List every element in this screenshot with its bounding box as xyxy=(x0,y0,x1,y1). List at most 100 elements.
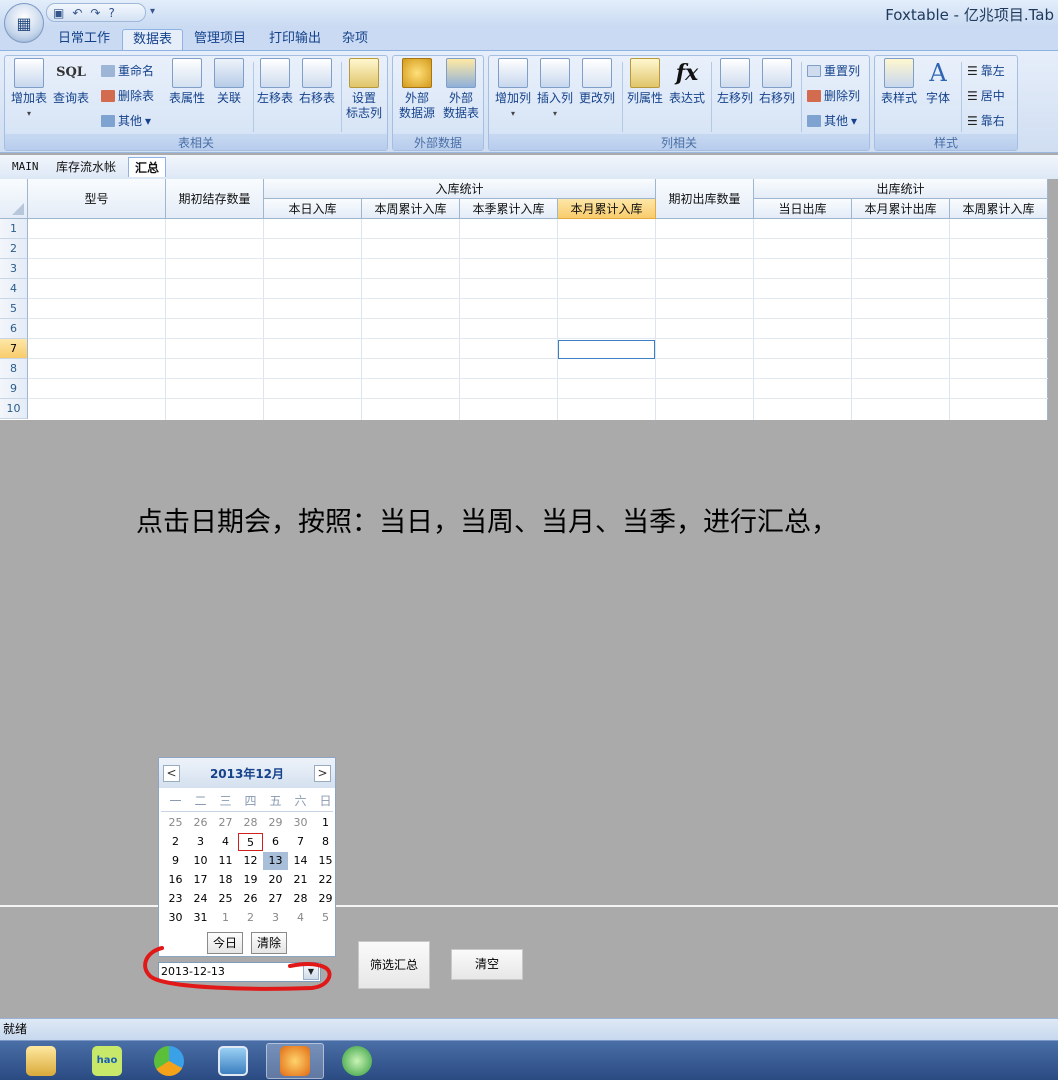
data-grid[interactable]: 型号 期初结存数量 入库统计 本日入库 本周累计入库 本季累计入库 本月累计入库… xyxy=(0,179,1048,420)
relation-button[interactable]: 关联 xyxy=(209,58,249,106)
calendar-day[interactable]: 24 xyxy=(188,890,213,908)
selected-cell[interactable] xyxy=(558,340,655,359)
header-out-today[interactable]: 当日出库 xyxy=(754,199,852,219)
calendar-day[interactable]: 26 xyxy=(188,814,213,832)
calendar-day[interactable]: 10 xyxy=(188,852,213,870)
header-out-month[interactable]: 本月累计出库 xyxy=(852,199,950,219)
row-header[interactable]: 2 xyxy=(0,239,28,259)
row-header[interactable]: 8 xyxy=(0,359,28,379)
calendar-day[interactable]: 9 xyxy=(163,852,188,870)
header-opening-stock[interactable]: 期初结存数量 xyxy=(166,179,264,219)
rename-button[interactable]: 重命名 xyxy=(101,62,154,79)
query-table-button[interactable]: SQL 查询表 xyxy=(51,58,91,106)
row-header[interactable]: 4 xyxy=(0,279,28,299)
calendar-day[interactable]: 28 xyxy=(288,890,313,908)
save-icon[interactable]: ▣ xyxy=(53,6,64,20)
app-menu-button[interactable]: ▦ xyxy=(4,3,44,43)
align-left-button[interactable]: ☰ 靠左 xyxy=(967,62,1005,79)
expression-button[interactable]: fx 表达式 xyxy=(665,58,709,106)
row-header[interactable]: 3 xyxy=(0,259,28,279)
calendar-day[interactable]: 16 xyxy=(163,871,188,889)
calendar-day[interactable]: 11 xyxy=(213,852,238,870)
move-column-right-button[interactable]: 右移列 xyxy=(755,58,799,106)
taskbar-picture-viewer[interactable] xyxy=(204,1043,262,1079)
table-props-button[interactable]: 表属性 xyxy=(167,58,207,106)
calendar-day[interactable]: 19 xyxy=(238,871,263,889)
header-in-month[interactable]: 本月累计入库 xyxy=(558,199,656,219)
row-header[interactable]: 10 xyxy=(0,399,28,419)
tab-print-output[interactable]: 打印输出 xyxy=(259,29,331,51)
calendar-day[interactable]: 27 xyxy=(213,814,238,832)
calendar-day[interactable]: 5 xyxy=(238,833,263,851)
add-column-button[interactable]: 增加列 ▾ xyxy=(491,58,535,121)
calendar-day[interactable]: 30 xyxy=(288,814,313,832)
tab-manage-project[interactable]: 管理项目 xyxy=(184,29,256,51)
align-right-button[interactable]: ☰ 靠右 xyxy=(967,112,1005,129)
clear-button[interactable]: 清空 xyxy=(451,949,523,980)
calendar-day[interactable]: 17 xyxy=(188,871,213,889)
header-in-today[interactable]: 本日入库 xyxy=(264,199,362,219)
sheet-tab-summary[interactable]: 汇总 xyxy=(128,157,167,177)
select-all-corner[interactable] xyxy=(0,179,28,219)
row-header[interactable]: 1 xyxy=(0,219,28,239)
calendar-day[interactable]: 4 xyxy=(288,909,313,927)
calendar-popup[interactable]: 2013年12月 < > 今日 清除 一二三四五六日 25 26 27 28 29 30 1 2… xyxy=(158,757,336,957)
set-flag-column-button[interactable]: 设置 标志列 xyxy=(343,58,385,121)
row-header[interactable]: 6 xyxy=(0,319,28,339)
tab-misc[interactable]: 杂项 xyxy=(332,29,378,51)
taskbar-browser[interactable] xyxy=(140,1043,198,1079)
calendar-day[interactable]: 12 xyxy=(238,852,263,870)
calendar-day[interactable]: 4 xyxy=(213,833,238,851)
calendar-day[interactable]: 2 xyxy=(163,833,188,851)
calendar-day[interactable]: 25 xyxy=(213,890,238,908)
font-button[interactable]: A 字体 xyxy=(921,58,955,106)
row-header[interactable]: 5 xyxy=(0,299,28,319)
filter-summary-button[interactable]: 筛选汇总 xyxy=(358,941,430,989)
calendar-day[interactable]: 20 xyxy=(263,871,288,889)
external-table-button[interactable]: 外部 数据表 xyxy=(439,58,483,121)
calendar-day[interactable]: 5 xyxy=(313,909,338,927)
header-in-week[interactable]: 本周累计入库 xyxy=(362,199,460,219)
calendar-day[interactable]: 8 xyxy=(313,833,338,851)
calendar-day[interactable]: 26 xyxy=(238,890,263,908)
help-icon[interactable]: ? xyxy=(108,6,114,20)
taskbar-explorer[interactable] xyxy=(12,1043,70,1079)
header-model[interactable]: 型号 xyxy=(28,179,166,219)
align-center-button[interactable]: ☰ 居中 xyxy=(967,87,1005,104)
column-other-button[interactable]: 其他 ▾ xyxy=(807,112,857,129)
move-table-right-button[interactable]: 右移表 xyxy=(297,58,337,106)
reset-column-button[interactable]: 重置列 xyxy=(807,62,860,79)
calendar-day[interactable]: 15 xyxy=(313,852,338,870)
calendar-day[interactable]: 21 xyxy=(288,871,313,889)
delete-table-button[interactable]: 删除表 xyxy=(101,87,154,104)
table-style-button[interactable]: 表样式 xyxy=(877,58,921,106)
calendar-day[interactable]: 25 xyxy=(163,814,188,832)
external-source-button[interactable]: 外部 数据源 xyxy=(395,58,439,121)
calendar-day[interactable]: 13 xyxy=(263,852,288,870)
undo-icon[interactable]: ↶ xyxy=(72,6,82,20)
table-other-button[interactable]: 其他 ▾ xyxy=(101,112,151,129)
calendar-day[interactable]: 3 xyxy=(188,833,213,851)
change-column-button[interactable]: 更改列 xyxy=(575,58,619,106)
calendar-day[interactable]: 30 xyxy=(163,909,188,927)
tab-data-table[interactable]: 数据表 xyxy=(122,29,184,51)
next-month-button[interactable]: > xyxy=(314,765,331,782)
prev-month-button[interactable]: < xyxy=(163,765,180,782)
move-table-left-button[interactable]: 左移表 xyxy=(255,58,295,106)
calendar-day[interactable]: 31 xyxy=(188,909,213,927)
redo-icon[interactable]: ↷ xyxy=(90,6,100,20)
sheet-tab-main[interactable]: MAIN xyxy=(6,157,45,177)
header-opening-outbound[interactable]: 期初出库数量 xyxy=(656,179,754,219)
column-props-button[interactable]: 列属性 xyxy=(623,58,667,106)
add-table-button[interactable]: 增加表 ▾ xyxy=(7,58,51,121)
move-column-left-button[interactable]: 左移列 xyxy=(713,58,757,106)
calendar-day[interactable]: 23 xyxy=(163,890,188,908)
sheet-tab-stock-ledger[interactable]: 库存流水帐 xyxy=(50,157,122,177)
calendar-day[interactable]: 6 xyxy=(263,833,288,851)
row-header-active[interactable]: 7 xyxy=(0,339,28,359)
header-out-week[interactable]: 本周累计入库 xyxy=(950,199,1048,219)
calendar-day[interactable]: 22 xyxy=(313,871,338,889)
taskbar-update[interactable] xyxy=(328,1043,386,1079)
calendar-day[interactable]: 2 xyxy=(238,909,263,927)
delete-column-button[interactable]: 删除列 xyxy=(807,87,860,104)
